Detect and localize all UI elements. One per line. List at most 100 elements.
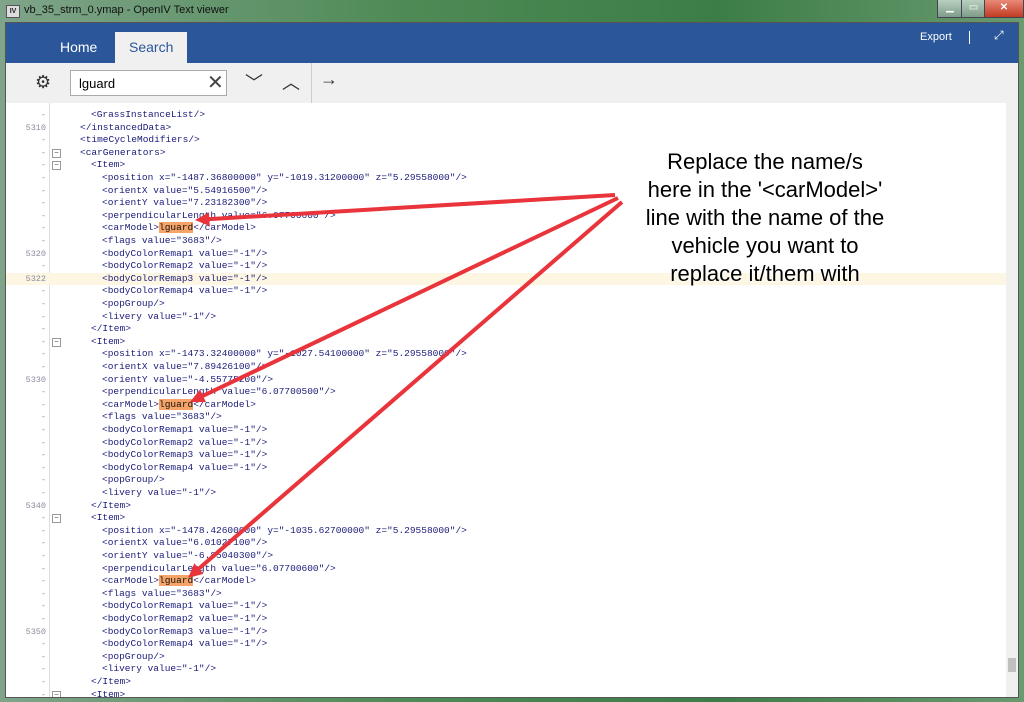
code-line[interactable]: - <bodyColorRemap4 value="-1"/> [6, 638, 1006, 651]
export-button[interactable]: Export [920, 31, 952, 43]
code-segment: <Item> [91, 688, 126, 697]
code-line[interactable]: - <GrassInstanceList/> [6, 109, 1006, 122]
line-number: - [40, 462, 46, 473]
code-text: <perpendicularLength value="6.07700500"/… [102, 386, 336, 399]
code-line[interactable]: - <popGroup/> [6, 651, 1006, 664]
fold-toggle-icon[interactable]: − [52, 337, 61, 347]
code-line[interactable]: - <bodyColorRemap2 value="-1"/> [6, 613, 1006, 626]
code-line[interactable]: - <bodyColorRemap2 value="-1"/> [6, 437, 1006, 450]
vertical-scrollbar[interactable] [1006, 103, 1018, 697]
code-line[interactable]: - <orientY value="-6.85040300"/> [6, 550, 1006, 563]
line-number: - [40, 198, 46, 209]
code-line[interactable]: - <perpendicularLength value="6.07700500"… [6, 386, 1006, 399]
code-text: <flags value="3683"/> [102, 411, 222, 424]
code-text: <bodyColorRemap1 value="-1"/> [102, 248, 267, 261]
code-line[interactable]: - <livery value="-1"/> [6, 311, 1006, 324]
close-button[interactable]: ✕ [984, 0, 1024, 18]
code-text: <popGroup/> [102, 651, 165, 664]
code-segment: <bodyColorRemap3 value="-1"/> [102, 449, 268, 461]
code-text: <Item> [91, 689, 125, 697]
code-line[interactable]: - <livery value="-1"/> [6, 487, 1006, 500]
line-number: - [40, 513, 46, 524]
code-line[interactable]: 5330 <orientY value="-4.55775200"/> [6, 374, 1006, 387]
line-number: - [40, 689, 46, 697]
code-line[interactable]: - </Item> [6, 676, 1006, 689]
code-text: </Item> [91, 500, 131, 513]
line-number: - [40, 147, 46, 158]
code-text: <perpendicularLength value="6.07700600"/… [102, 563, 336, 576]
fold-toggle-icon[interactable]: − [52, 148, 61, 158]
code-text: <orientY value="7.23182300"/> [102, 197, 267, 210]
ribbon: Home Search Export ⤢ [6, 23, 1018, 63]
code-line[interactable]: - <livery value="-1"/> [6, 663, 1006, 676]
code-line[interactable]: - </Item> [6, 323, 1006, 336]
code-text: <popGroup/> [102, 474, 165, 487]
code-line[interactable]: - <bodyColorRemap4 value="-1"/> [6, 462, 1006, 475]
code-line[interactable]: - <flags value="3683"/> [6, 411, 1006, 424]
code-line[interactable]: - <timeCycleModifiers/> [6, 134, 1006, 147]
window-title: vb_35_strm_0.ymap - OpenIV Text viewer [24, 4, 229, 16]
scrollbar-thumb[interactable] [1008, 658, 1016, 672]
line-number: - [40, 286, 46, 297]
code-text: <flags value="3683"/> [102, 588, 222, 601]
line-number: - [40, 387, 46, 398]
code-text: <livery value="-1"/> [102, 663, 216, 676]
gear-icon[interactable]: ⚙ [35, 72, 51, 93]
code-segment: <bodyColorRemap3 value="-1"/> [102, 272, 268, 284]
code-text: <bodyColorRemap4 value="-1"/> [102, 638, 267, 651]
code-line[interactable]: - <perpendicularLength value="6.07700600"… [6, 563, 1006, 576]
code-line[interactable]: - <position x="-1473.32400000" y="-1027.5… [6, 348, 1006, 361]
code-line[interactable]: 5340 </Item> [6, 500, 1006, 513]
code-line[interactable]: 5350 <bodyColorRemap3 value="-1"/> [6, 626, 1006, 639]
app-frame: Home Search Export ⤢ ⚙ ✕ ﹀ ︿ → - <GrassIn… [5, 22, 1019, 698]
code-line[interactable]: - <flags value="3683"/> [6, 588, 1006, 601]
clear-search-icon[interactable]: ✕ [207, 71, 224, 95]
code-line[interactable]: - <carModel>lguard</carModel> [6, 398, 1006, 412]
line-number: - [40, 412, 46, 423]
code-line[interactable]: - <orientX value="7.89426100"/> [6, 361, 1006, 374]
fold-toggle-icon[interactable]: − [52, 690, 61, 697]
code-line[interactable]: - − <Item> [6, 512, 1006, 525]
search-input[interactable] [77, 75, 201, 92]
code-line[interactable]: - <orientX value="6.01027100"/> [6, 537, 1006, 550]
code-text: <position x="-1478.42600000" y="-1035.62… [102, 525, 467, 538]
code-line[interactable]: - − <Item> [6, 689, 1006, 697]
annotation-line: here in the '<carModel>' [647, 177, 883, 202]
code-line[interactable]: - <carModel>lguard</carModel> [6, 575, 1006, 588]
tab-search[interactable]: Search [115, 32, 188, 63]
code-segment: <bodyColorRemap2 value="-1"/> [102, 436, 268, 448]
tab-home[interactable]: Home [46, 32, 111, 63]
code-line[interactable]: - <bodyColorRemap1 value="-1"/> [6, 424, 1006, 437]
code-line[interactable]: 5310 </instancedData> [6, 122, 1006, 135]
maximize-button[interactable]: ▭ [961, 0, 986, 18]
code-line[interactable]: - <bodyColorRemap1 value="-1"/> [6, 600, 1006, 613]
code-line[interactable]: - − <Item> [6, 336, 1006, 349]
code-text: <orientX value="6.01027100"/> [102, 537, 267, 550]
line-number: - [40, 601, 46, 612]
code-line[interactable]: - <popGroup/> [6, 298, 1006, 311]
fold-toggle-icon[interactable]: − [52, 514, 61, 524]
arrow-right-icon[interactable]: → [320, 69, 338, 90]
code-text: <orientX value="5.54916500"/> [102, 185, 267, 198]
code-text: <livery value="-1"/> [102, 311, 216, 324]
fold-toggle-icon[interactable]: − [52, 161, 61, 171]
annotation-line: line with the name of the [645, 205, 885, 230]
code-line[interactable]: - <position x="-1478.42600000" y="-1035.6… [6, 525, 1006, 538]
line-number: - [40, 639, 46, 650]
title-bar: IV vb_35_strm_0.ymap - OpenIV Text viewe… [0, 0, 1024, 22]
line-number: - [40, 349, 46, 360]
search-match: lguard [159, 398, 194, 410]
expand-icon[interactable]: ⤢ [994, 28, 1004, 43]
find-next-chevron-down-icon[interactable]: ﹀ [245, 69, 263, 95]
code-text: <carGenerators> [80, 147, 166, 160]
code-segment: <livery value="-1"/> [102, 310, 217, 322]
code-segment: </instancedData> [80, 121, 172, 133]
find-previous-chevron-up-icon[interactable]: ︿ [282, 69, 300, 95]
code-text: <Item> [91, 159, 125, 172]
code-segment: <carModel> [102, 222, 160, 234]
line-number: 5310 [25, 122, 46, 133]
minimize-button[interactable]: ▁ [937, 0, 963, 18]
code-line[interactable]: - <bodyColorRemap3 value="-1"/> [6, 449, 1006, 462]
code-text: <bodyColorRemap2 value="-1"/> [102, 613, 267, 626]
code-line[interactable]: - <popGroup/> [6, 474, 1006, 487]
